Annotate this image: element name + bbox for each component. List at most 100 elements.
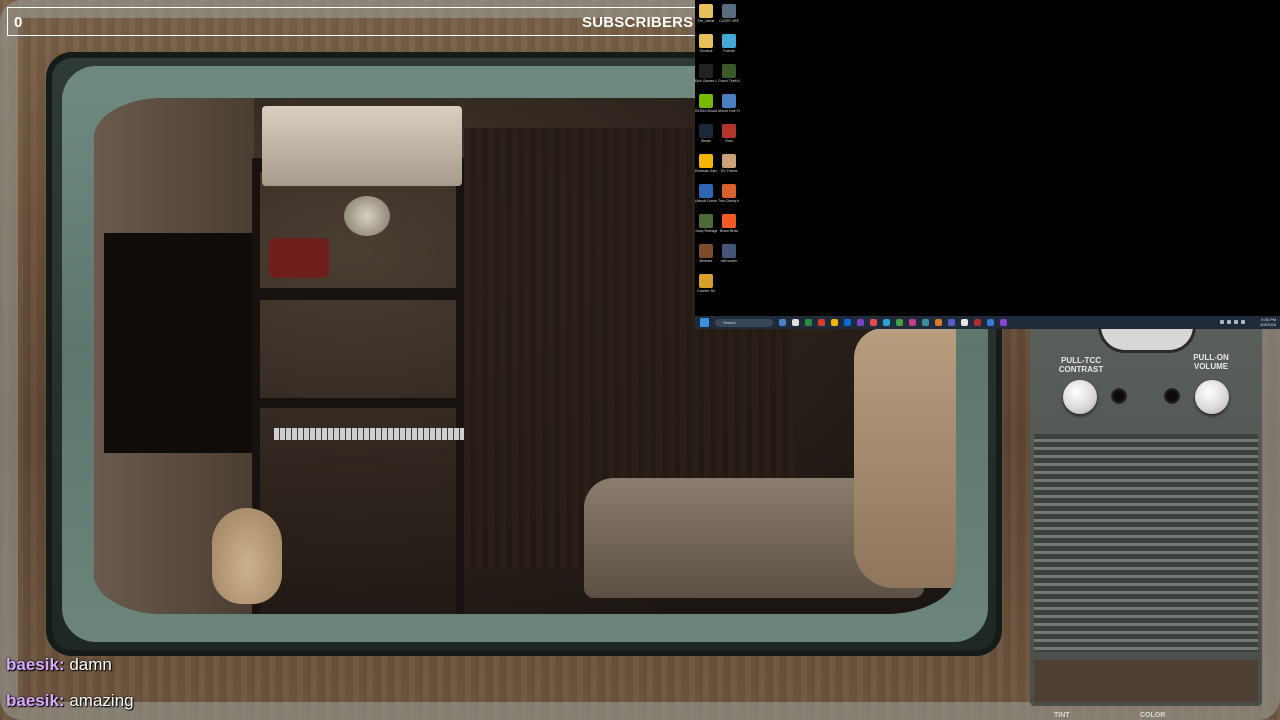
app-icon (722, 154, 736, 168)
taskbar-app-icon[interactable] (1000, 319, 1007, 326)
windows-start-icon[interactable] (700, 318, 709, 327)
desktop-shortcut-icon[interactable]: CLEER VRE (718, 4, 740, 30)
desktop-icon-grid: File_Name CLEER VRE Shortcut Fortnite Epic G… (695, 0, 745, 316)
chat-message: baesik: amazing (6, 691, 134, 710)
taskbar-app-icon[interactable] (948, 319, 955, 326)
jack-right (1164, 388, 1180, 404)
desktop-capture: File_Name CLEER VRE Shortcut Fortnite Epic G… (695, 0, 1280, 329)
desktop-shortcut-label: Shortcut (699, 49, 713, 53)
taskbar-app-icon[interactable] (974, 319, 981, 326)
windows-taskbar: Search 9:36 PM 6/3/2024 (695, 316, 1280, 329)
app-icon (699, 184, 713, 198)
taskbar-app-icon[interactable] (935, 319, 942, 326)
volume-knob (1195, 380, 1229, 414)
chat-message: baesik: damn (6, 655, 112, 674)
desktop-shortcut-label: Grand Theft Auto V (718, 79, 740, 83)
desktop-shortcut-icon[interactable]: Steam (695, 124, 717, 150)
streamer (854, 328, 956, 588)
channel-dial (1098, 326, 1196, 353)
desktop-shortcut-label: Brave Brow (719, 229, 739, 233)
app-icon (699, 244, 713, 258)
desktop-shortcut-label: GV Theme (720, 169, 738, 173)
contrast-knob (1063, 380, 1097, 414)
desktop-shortcut-label: Mount Your Friends (718, 109, 740, 113)
desktop-shortcut-icon[interactable]: Counter-Str (695, 274, 717, 300)
desktop-shortcut-label: Fortnite (723, 49, 735, 53)
acoustic-guitar (212, 508, 282, 604)
desktop-shortcut-icon[interactable]: GV Theme (718, 154, 740, 180)
desktop-shortcut-icon[interactable]: Brave Brow (718, 214, 740, 240)
keyboard-instrument (274, 428, 464, 440)
chat-username: baesik (6, 691, 59, 710)
taskbar-app-icon[interactable] (961, 319, 968, 326)
control-bottom-strip (1034, 660, 1258, 702)
taskbar-clock[interactable]: 9:36 PM 6/3/2024 (1260, 317, 1276, 327)
desktop-shortcut-icon[interactable]: Rockstar Games Launcher (695, 154, 717, 180)
desktop-shortcut-icon[interactable]: Epic Games Launcher (695, 64, 717, 90)
app-icon (722, 124, 736, 138)
room-dark-panel (104, 233, 254, 453)
desktop-shortcut-icon[interactable]: Rust (718, 124, 740, 150)
red-bag (269, 238, 329, 278)
desktop-shortcut-label: Steam (700, 139, 712, 143)
tray-battery-icon[interactable] (1241, 320, 1245, 324)
goal-start-count: 0 (14, 14, 23, 31)
color-label: COLOR (1140, 712, 1166, 719)
desktop-shortcut-icon[interactable]: Grand Theft Auto V (718, 64, 740, 90)
desktop-shortcut-label: Rust (725, 139, 733, 143)
desktop-shortcut-icon[interactable]: Tom Clancy's The Division (718, 184, 740, 210)
desktop-shortcut-label: nvEncoder (720, 259, 738, 263)
desktop-shortcut-icon[interactable]: Jump Ruleages (695, 214, 717, 240)
app-icon (722, 214, 736, 228)
app-icon (722, 94, 736, 108)
app-icon (722, 34, 736, 48)
taskbar-app-icon[interactable] (792, 319, 799, 326)
taskbar-app-icon[interactable] (922, 319, 929, 326)
desktop-shortcut-icon[interactable]: File_Name (695, 4, 717, 30)
taskbar-app-icon[interactable] (844, 319, 851, 326)
desktop-shortcut-icon[interactable]: Mount Your Friends (718, 94, 740, 120)
shelf-lower (254, 398, 464, 408)
desktop-shortcut-icon[interactable]: nvEncoder (718, 244, 740, 270)
desktop-shortcut-label: Epic Games Launcher (695, 79, 717, 83)
desktop-shortcut-icon[interactable]: Shortcut (695, 34, 717, 60)
tint-label: TINT (1054, 712, 1070, 719)
clock-date: 6/3/2024 (1260, 322, 1276, 327)
taskbar-app-icon[interactable] (870, 319, 877, 326)
taskbar-app-icon[interactable] (909, 319, 916, 326)
tray-volume-icon[interactable] (1234, 320, 1238, 324)
taskbar-app-icon[interactable] (831, 319, 838, 326)
desktop-shortcut-label: CLEER VRE (719, 19, 739, 23)
speaker-grille (1034, 434, 1258, 652)
desktop-shortcut-icon[interactable]: Fortnite (718, 34, 740, 60)
desktop-shortcut-label: Tom Clancy's The Division (718, 199, 740, 203)
app-icon (722, 244, 736, 258)
app-icon (699, 154, 713, 168)
desktop-shortcut-label: Jump Ruleages (695, 229, 717, 233)
taskbar-search-input[interactable]: Search (715, 318, 773, 327)
chat-username: baesik (6, 655, 59, 674)
chat-text: amazing (69, 691, 134, 710)
desktop-shortcut-icon[interactable]: Bloxhea (695, 244, 717, 270)
app-icon (722, 64, 736, 78)
contrast-label: PULL-TCC CONTRAST (1058, 356, 1104, 374)
shelf-post-right (456, 158, 464, 614)
taskbar-app-icon[interactable] (805, 319, 812, 326)
tray-network-icon[interactable] (1227, 320, 1231, 324)
volume-label: PULL-ON VOLUME (1193, 353, 1229, 371)
desktop-shortcut-label: NVIDIA Broadcast (695, 109, 717, 113)
app-icon (699, 4, 713, 18)
taskbar-app-icon[interactable] (883, 319, 890, 326)
desktop-shortcut-icon[interactable]: NVIDIA Broadcast (695, 94, 717, 120)
taskbar-app-icon[interactable] (818, 319, 825, 326)
taskbar-app-icon[interactable] (779, 319, 786, 326)
desktop-shortcut-icon[interactable]: Ubisoft Connect (695, 184, 717, 210)
desktop-shortcut-label: File_Name (697, 19, 715, 23)
taskbar-app-icon[interactable] (896, 319, 903, 326)
taskbar-app-icon[interactable] (857, 319, 864, 326)
taskbar-app-icon[interactable] (987, 319, 994, 326)
app-icon (699, 64, 713, 78)
app-icon (699, 274, 713, 288)
app-icon (722, 184, 736, 198)
tray-chevron-icon[interactable] (1220, 320, 1224, 324)
